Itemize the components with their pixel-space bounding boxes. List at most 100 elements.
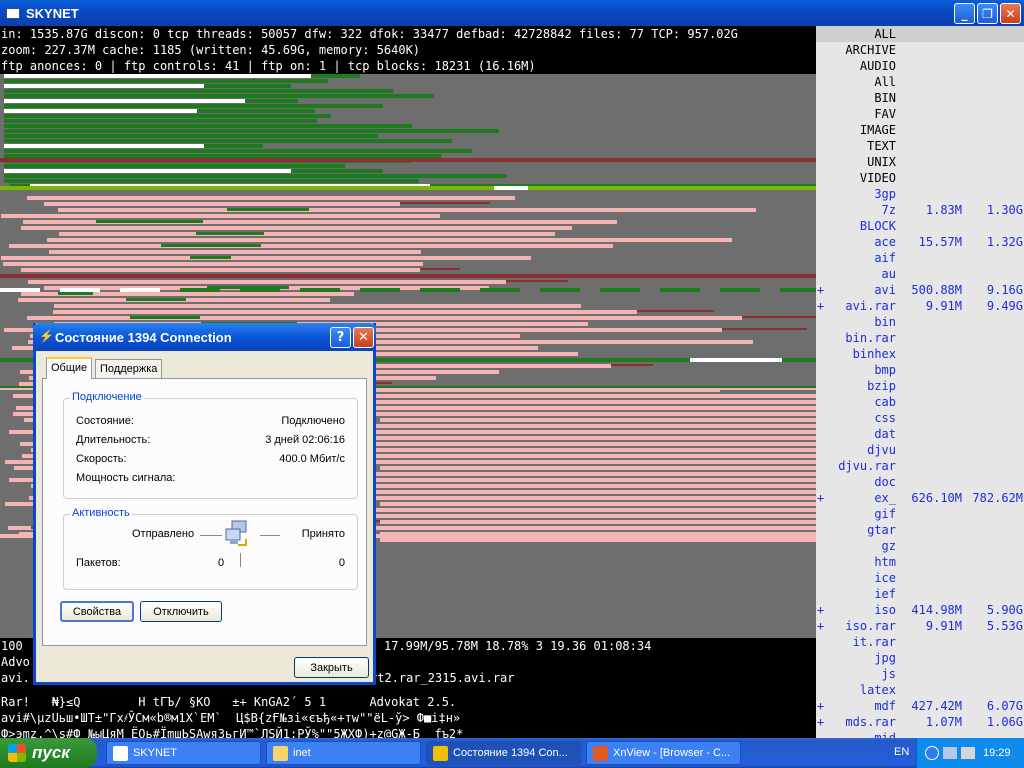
tray-arrow-icon[interactable] — [925, 746, 939, 760]
filetype-item[interactable]: dat — [816, 426, 1024, 442]
block-bar — [21, 226, 572, 230]
filetype-item[interactable]: + mds.rar 1.07M 1.06G — [816, 714, 1024, 730]
filetype-item[interactable]: + avi 500.88M 9.16G — [816, 282, 1024, 298]
filetype-item[interactable]: bin — [816, 314, 1024, 330]
filetype-item[interactable]: + iso 414.98M 5.90G — [816, 602, 1024, 618]
expand-toggle[interactable]: + — [817, 282, 824, 298]
expand-toggle[interactable]: + — [817, 698, 824, 714]
filetype-item[interactable]: + ex_ 626.10M 782.62M — [816, 490, 1024, 506]
filetype-item[interactable]: aif — [816, 250, 1024, 266]
block-bar — [240, 288, 280, 292]
properties-button[interactable]: Свойства — [60, 601, 134, 622]
filetype-item[interactable]: bzip — [816, 378, 1024, 394]
filetype-item[interactable]: djvu — [816, 442, 1024, 458]
filetype-name: avi — [874, 283, 896, 297]
start-button[interactable]: пуск — [0, 738, 97, 768]
filetype-item[interactable]: latex — [816, 682, 1024, 698]
block-bar — [380, 424, 816, 428]
block-bar — [291, 169, 383, 173]
xnview-icon — [593, 746, 608, 761]
filetype-item[interactable]: TEXT — [816, 138, 1024, 154]
filetype-item[interactable]: + iso.rar 9.91M 5.53G — [816, 618, 1024, 634]
filetype-panel[interactable]: ALL ARCHIVE AUDIO All BIN FAV IMAGE TEXT UNIX VID… — [816, 26, 1024, 738]
filetype-item[interactable]: gif — [816, 506, 1024, 522]
maximize-button[interactable]: ❐ — [977, 3, 998, 24]
windows-logo-icon — [8, 744, 26, 762]
filetype-item[interactable]: djvu.rar — [816, 458, 1024, 474]
filetype-item[interactable]: + mdf 427.42M 6.07G — [816, 698, 1024, 714]
block-bar — [0, 274, 816, 278]
filetype-item[interactable]: FAV — [816, 106, 1024, 122]
filetype-item[interactable]: it.rar — [816, 634, 1024, 650]
filetype-item[interactable]: htm — [816, 554, 1024, 570]
dialog-close-button[interactable]: ✕ — [353, 327, 374, 348]
block-bar — [326, 134, 379, 138]
block-bar — [380, 442, 816, 446]
filetype-item[interactable]: jpg — [816, 650, 1024, 666]
filetype-item[interactable]: All — [816, 74, 1024, 90]
filetype-item[interactable]: 7z 1.83M 1.30G — [816, 202, 1024, 218]
title-bar[interactable]: SKYNET _ ❐ ✕ — [0, 0, 1024, 26]
filetype-item[interactable]: ief — [816, 586, 1024, 602]
activity-group: Активность Отправлено Принято Пакетов: 0… — [63, 507, 358, 590]
filetype-item[interactable]: ice — [816, 570, 1024, 586]
language-indicator[interactable]: EN — [894, 746, 909, 758]
expand-toggle[interactable]: + — [817, 714, 824, 730]
filetype-name: BLOCK — [859, 219, 896, 233]
block-bar — [432, 174, 508, 178]
clock[interactable]: 19:29 — [983, 747, 1011, 759]
expand-toggle[interactable]: + — [817, 490, 824, 506]
filetype-item[interactable]: au — [816, 266, 1024, 282]
filetype-item[interactable]: 3gp — [816, 186, 1024, 202]
block-bar — [354, 94, 434, 98]
filetype-item[interactable]: bin.rar — [816, 330, 1024, 346]
dialog-title-bar[interactable]: ⚡ Состояние 1394 Connection — [33, 323, 376, 351]
filetype-item[interactable]: doc — [816, 474, 1024, 490]
filetype-item[interactable]: css — [816, 410, 1024, 426]
close-dialog-button[interactable]: Закрыть — [294, 657, 369, 678]
tab-general[interactable]: Общие — [46, 357, 93, 379]
block-bar — [4, 129, 440, 133]
block-bar — [380, 520, 816, 524]
filetype-item[interactable]: UNIX — [816, 154, 1024, 170]
filetype-item[interactable]: gz — [816, 538, 1024, 554]
help-button[interactable]: ? — [330, 327, 351, 348]
filetype-item[interactable]: VIDEO — [816, 170, 1024, 186]
filetype-item[interactable]: + avi.rar 9.91M 9.49G — [816, 298, 1024, 314]
filetype-size-total: 1.06G — [986, 715, 1023, 729]
taskbar-item[interactable]: SKYNET — [106, 741, 261, 765]
filetype-item[interactable]: binhex — [816, 346, 1024, 362]
filetype-item[interactable]: mid — [816, 730, 1024, 738]
duration-label: Длительность: — [76, 434, 151, 446]
expand-toggle[interactable]: + — [817, 602, 824, 618]
close-button[interactable]: ✕ — [1000, 3, 1021, 24]
filetype-item[interactable]: ARCHIVE — [816, 42, 1024, 58]
taskbar-item[interactable]: inet — [266, 741, 421, 765]
filetype-name: UNIX — [867, 155, 896, 169]
filetype-item[interactable]: ALL — [816, 26, 1024, 42]
disconnect-button[interactable]: Отключить — [140, 601, 222, 622]
filetype-item[interactable]: ace 15.57M 1.32G — [816, 234, 1024, 250]
filetype-item[interactable]: js — [816, 666, 1024, 682]
filetype-item[interactable]: gtar — [816, 522, 1024, 538]
filetype-item[interactable]: IMAGE — [816, 122, 1024, 138]
folder-icon — [273, 746, 288, 761]
taskbar-item[interactable]: XnView - [Browser - C... — [586, 741, 741, 765]
filetype-item[interactable]: BLOCK — [816, 218, 1024, 234]
block-bar — [311, 74, 361, 78]
network-tray-icon[interactable] — [943, 747, 957, 759]
filetype-name: ief — [874, 587, 896, 601]
minimize-button[interactable]: _ — [954, 3, 975, 24]
expand-toggle[interactable]: + — [817, 298, 824, 314]
filetype-item[interactable]: bmp — [816, 362, 1024, 378]
filetype-item[interactable]: BIN — [816, 90, 1024, 106]
volume-tray-icon[interactable] — [961, 747, 975, 759]
tab-support[interactable]: Поддержка — [95, 359, 163, 379]
filetype-item[interactable]: AUDIO — [816, 58, 1024, 74]
filetype-size-total: 1.30G — [986, 203, 1023, 217]
block-bar — [540, 288, 580, 292]
block-bar — [4, 114, 215, 118]
taskbar-item[interactable]: Состояние 1394 Con... — [426, 741, 581, 765]
filetype-item[interactable]: cab — [816, 394, 1024, 410]
expand-toggle[interactable]: + — [817, 618, 824, 634]
